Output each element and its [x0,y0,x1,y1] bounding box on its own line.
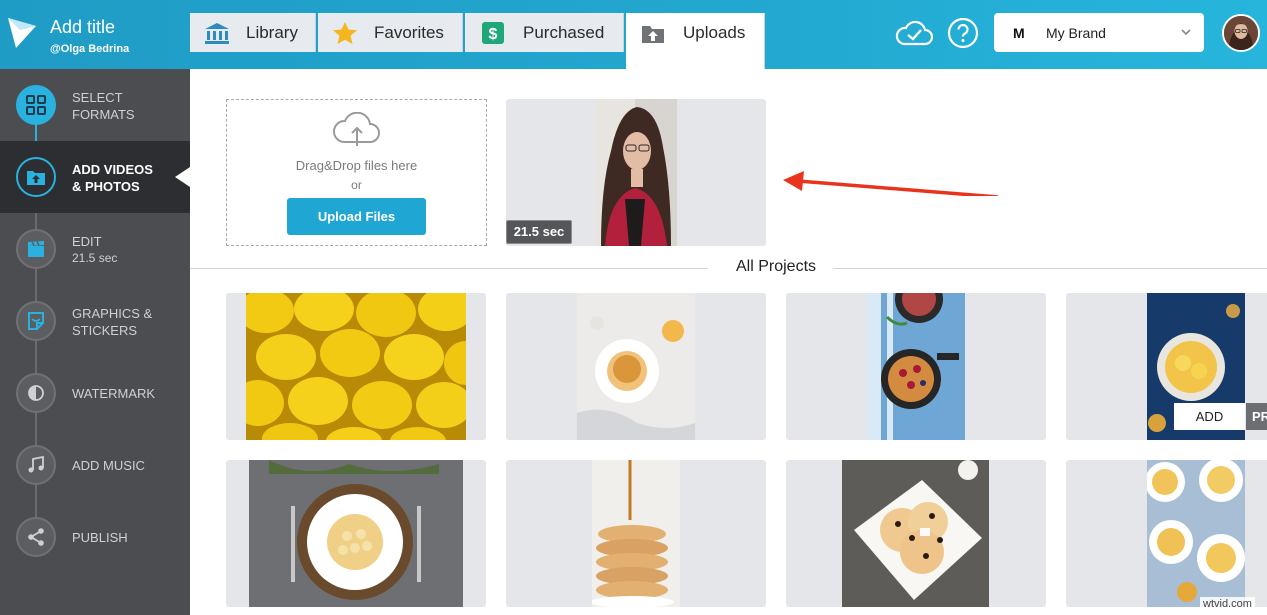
step-label: Add music [72,458,145,473]
project-card[interactable]: ADD PR [1066,293,1267,440]
crepes-blue-table-thumbnail [1147,460,1245,607]
project-card[interactable] [786,293,1046,440]
share-icon [16,517,56,557]
steps-sidebar: Select formats Add videos & photos Edit … [0,69,190,615]
tab-favorites[interactable]: Favorites [318,13,463,52]
project-card[interactable] [1066,460,1267,607]
help-icon[interactable] [947,17,979,49]
library-icon [205,23,229,44]
tab-uploads[interactable]: Uploads [626,13,765,69]
step-publish[interactable]: Publish [0,501,190,573]
top-bar: Add title @Olga Bedrina Library Favorite… [0,0,1267,69]
watermark-drop-icon [16,373,56,413]
step-label: Publish [72,530,128,545]
project-card[interactable] [506,460,766,607]
step-label: Add videos & photos [72,162,153,194]
section-divider-left [190,268,708,269]
clapperboard-icon [16,229,56,269]
pancakes-raisins-thumbnail [842,460,989,607]
sticker-icon [16,301,56,341]
cloud-check-icon[interactable] [895,18,933,48]
brand-logo: M [1013,25,1025,41]
step-add-videos-photos[interactable]: Add videos & photos [0,141,190,213]
project-card[interactable] [786,460,1046,607]
pancakes-syrup-thumbnail [577,293,695,440]
step-select-formats[interactable]: Select formats [0,69,190,141]
uploaded-video-thumbnail [595,99,677,246]
lemons-thumbnail [246,293,466,440]
preview-button[interactable]: PR [1246,403,1267,430]
music-note-icon [16,445,56,485]
step-add-music[interactable]: Add music [0,429,190,501]
project-card[interactable] [506,293,766,440]
project-title[interactable]: Add title [50,17,115,38]
section-divider-right [833,268,1267,269]
site-watermark: wtvid.com [1200,597,1255,611]
brand-select[interactable]: M My Brand [994,13,1204,52]
svg-text:$: $ [489,26,498,43]
upload-folder-icon [642,26,664,43]
chevron-down-icon [1181,29,1191,36]
select-formats-icon [16,85,56,125]
upload-files-button[interactable]: Upload Files [287,198,426,235]
drop-zone[interactable]: Drag&Drop files here or Upload Files [226,99,487,246]
tab-library-label: Library [246,23,298,42]
cloud-upload-icon [333,112,380,146]
pancake-stack-thumbnail [592,460,680,607]
duration-badge: 21.5 sec [506,220,572,244]
banana-pancakes-thumbnail [249,460,463,607]
step-edit-title: Edit [72,234,102,249]
step-label: Edit 21.5 sec [72,233,117,267]
dollar-icon: $ [482,22,504,44]
step-label: Watermark [72,386,156,401]
drop-zone-text: Drag&Drop files here [295,158,418,173]
step-edit[interactable]: Edit 21.5 sec [0,213,190,285]
add-to-project-button[interactable]: ADD [1174,403,1245,430]
skillet-berries-thumbnail [867,293,965,440]
folder-upload-icon [16,157,56,197]
tab-library[interactable]: Library [190,13,316,52]
star-icon [333,22,357,44]
step-graphics-stickers[interactable]: Graphics & stickers [0,285,190,357]
annotation-arrow [783,171,999,196]
step-watermark[interactable]: Watermark [0,357,190,429]
uploaded-video-card[interactable]: 21.5 sec [506,99,766,246]
drop-zone-or: or [351,178,362,192]
tab-purchased[interactable]: $ Purchased [465,13,624,52]
step-edit-duration: 21.5 sec [72,251,118,265]
tab-uploads-label: Uploads [683,23,746,42]
all-projects-title: All Projects [716,258,836,276]
step-label: Select formats [72,90,135,122]
project-card[interactable] [226,293,486,440]
user-avatar[interactable] [1222,14,1260,52]
brand-name: My Brand [1046,25,1106,41]
tab-favorites-label: Favorites [374,23,444,42]
project-card[interactable] [226,460,486,607]
project-user: @Olga Bedrina [50,43,130,55]
step-label: Graphics & stickers [72,306,153,338]
active-step-pointer [175,167,190,187]
tab-purchased-label: Purchased [523,23,605,42]
app-logo-icon[interactable] [6,16,38,50]
